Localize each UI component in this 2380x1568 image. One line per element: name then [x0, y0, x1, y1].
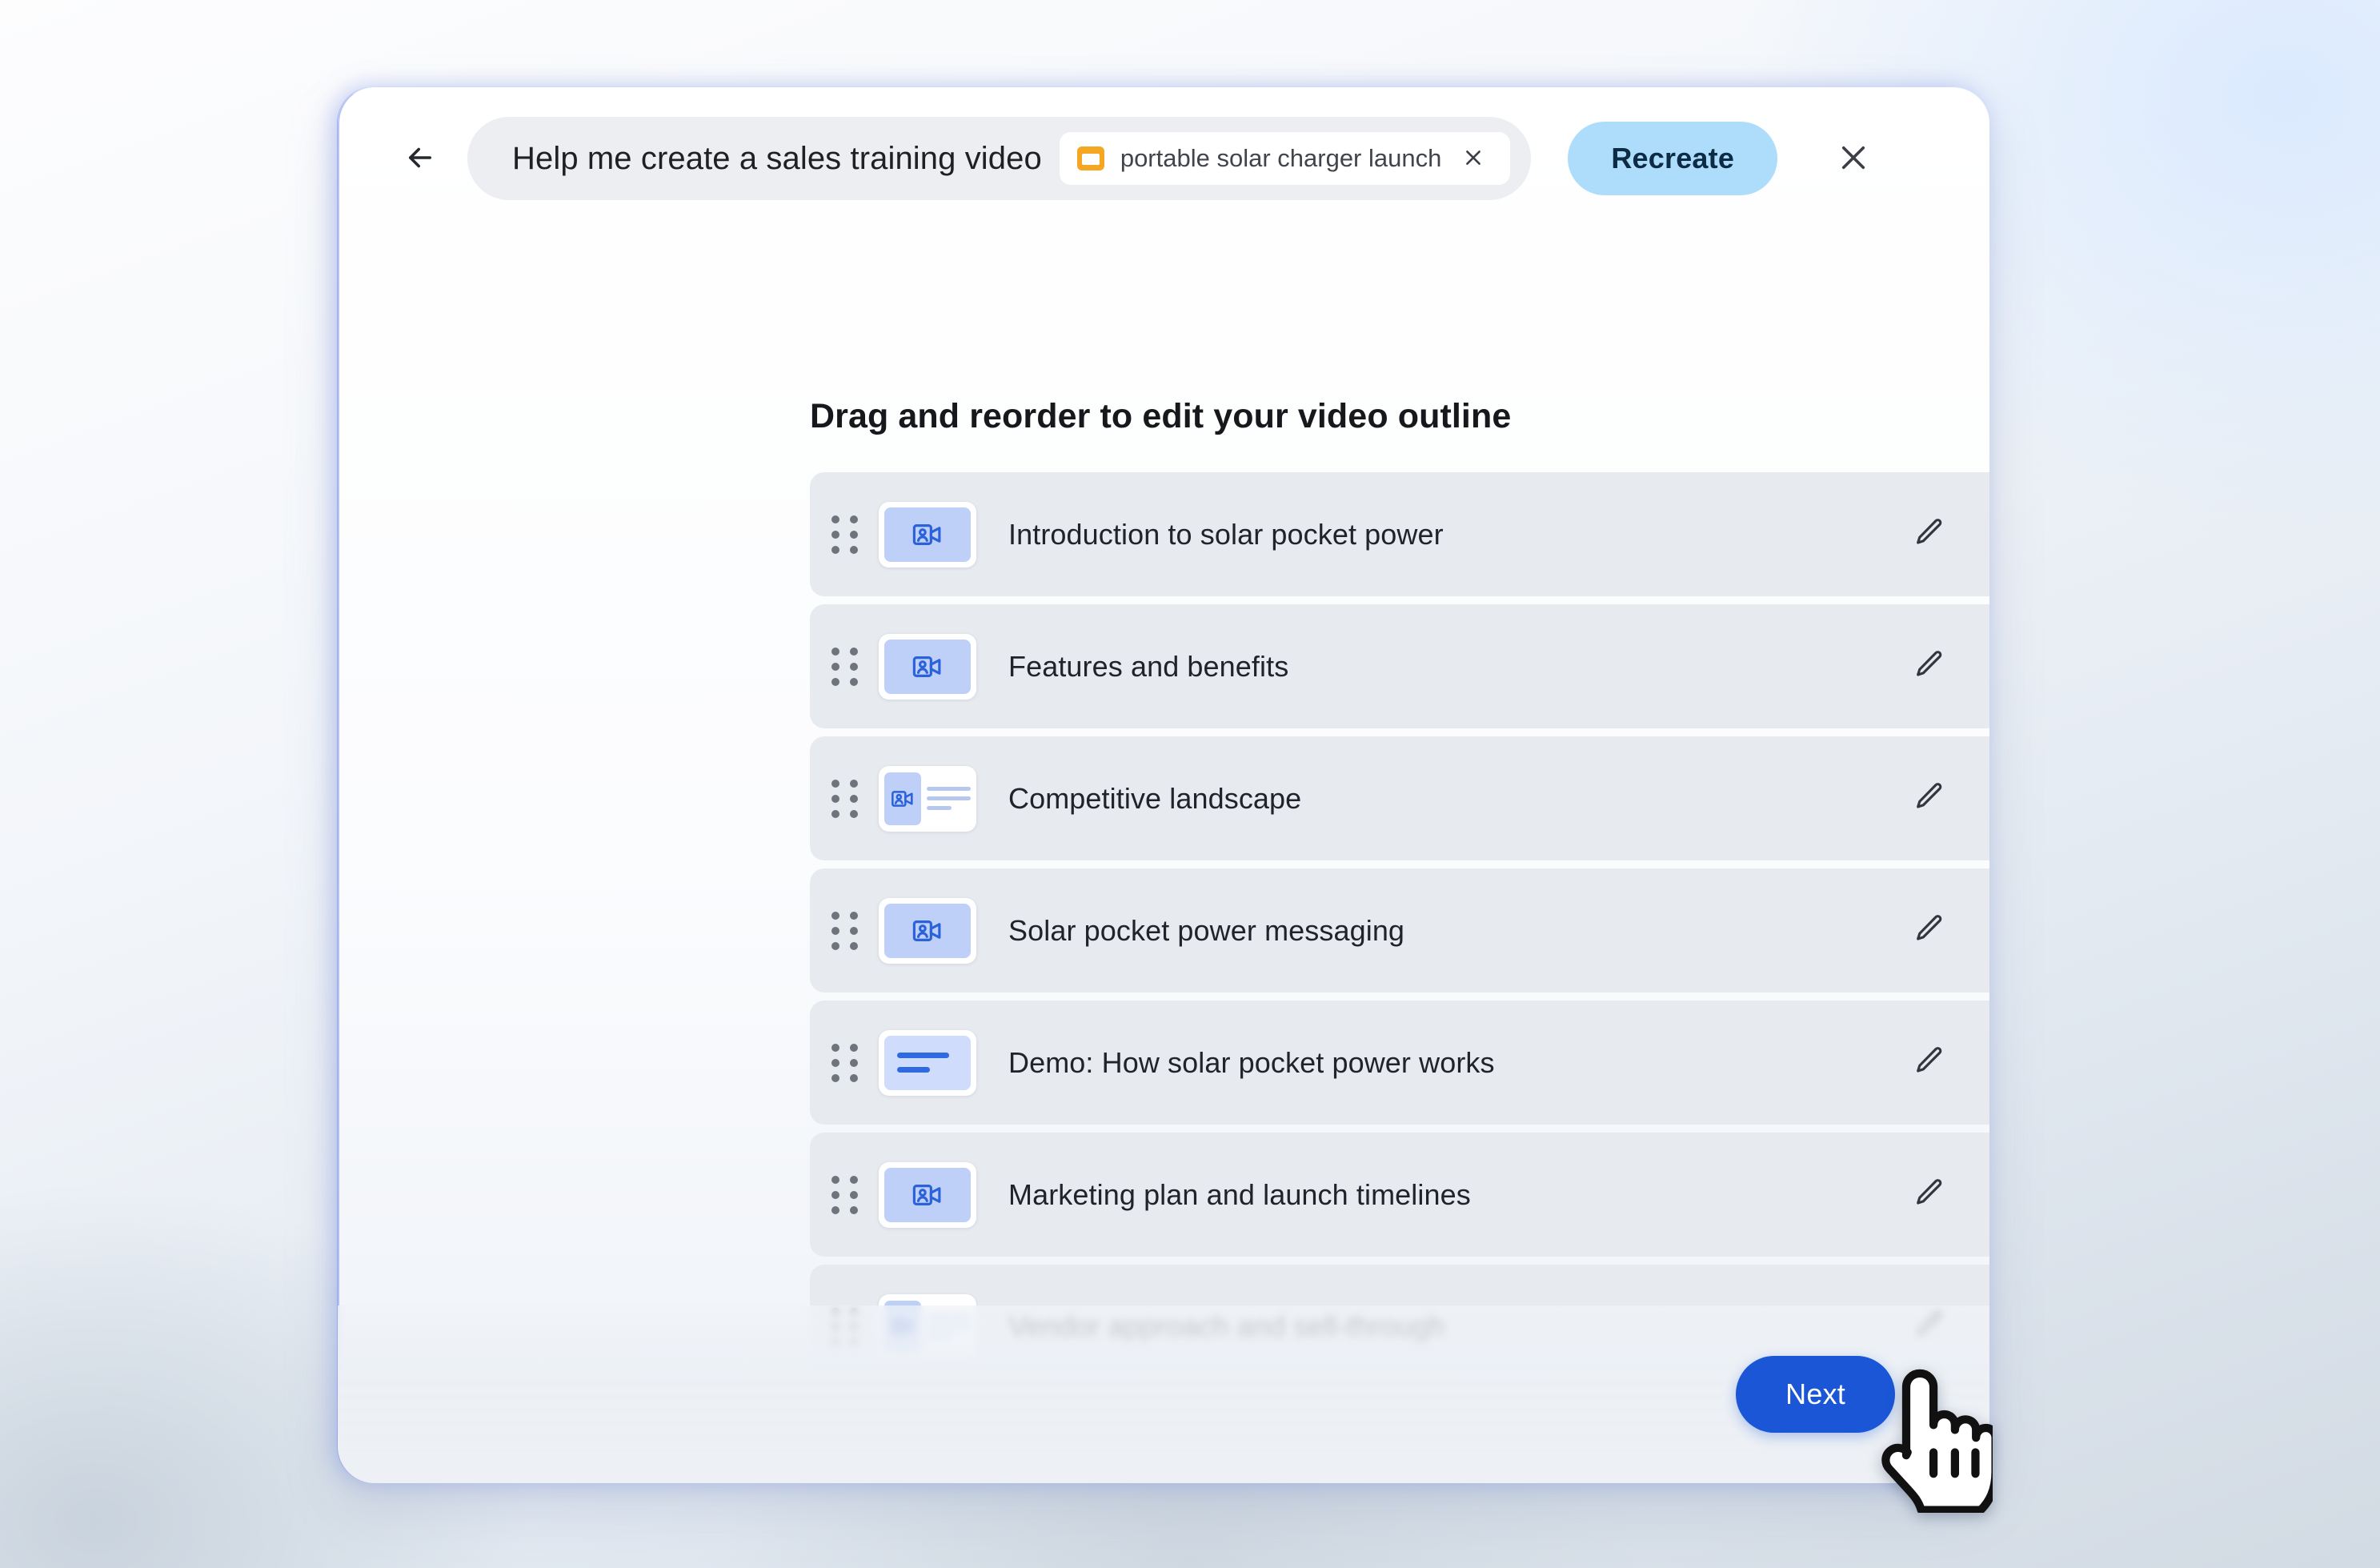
- edit-button[interactable]: [1885, 868, 1973, 993]
- video-avatar-icon: [912, 920, 941, 941]
- add-button[interactable]: [1981, 604, 1989, 728]
- table-row[interactable]: Introduction to solar pocket power: [810, 472, 1989, 596]
- close-window-button[interactable]: [1822, 127, 1885, 190]
- slide-text-lines: [884, 1035, 971, 1090]
- arrow-left-icon: [403, 141, 437, 177]
- table-row[interactable]: Marketing plan and launch timelines: [810, 1133, 1989, 1257]
- pencil-icon: [1913, 648, 1946, 685]
- row-label: Solar pocket power messaging: [1008, 913, 1405, 947]
- edit-button[interactable]: [1885, 1133, 1973, 1257]
- row-label: Features and benefits: [1008, 649, 1289, 683]
- drag-handle-icon[interactable]: [810, 1043, 879, 1082]
- row-label: Competitive landscape: [1008, 781, 1302, 815]
- pencil-icon: [1913, 780, 1946, 817]
- slide-thumbnail: [879, 765, 976, 832]
- slide-thumbnail: [879, 501, 976, 567]
- pencil-icon: [1913, 515, 1946, 553]
- slide-thumbnail: [879, 897, 976, 964]
- table-row[interactable]: Competitive landscape: [810, 736, 1989, 860]
- edit-button[interactable]: [1885, 736, 1973, 860]
- slide-thumbnail: [879, 1029, 976, 1096]
- slide-thumbnail: [879, 633, 976, 700]
- window-header: Help me create a sales training video po…: [338, 86, 1989, 231]
- recreate-button[interactable]: Recreate: [1568, 122, 1778, 195]
- add-button[interactable]: [1981, 868, 1989, 993]
- pencil-icon: [1913, 912, 1946, 949]
- context-chip[interactable]: portable solar charger launch: [1059, 132, 1511, 185]
- pencil-icon: [1913, 1044, 1946, 1081]
- page-title: Drag and reorder to edit your video outl…: [810, 397, 1512, 435]
- edit-button[interactable]: [1885, 604, 1973, 728]
- prompt-bar[interactable]: Help me create a sales training video po…: [467, 117, 1532, 200]
- edit-button[interactable]: [1885, 472, 1973, 596]
- drag-handle-icon[interactable]: [810, 779, 879, 818]
- context-chip-remove-button[interactable]: [1457, 142, 1489, 174]
- slides-file-icon: [1076, 146, 1104, 170]
- video-avatar-icon: [912, 523, 941, 545]
- table-row[interactable]: Demo: How solar pocket power works: [810, 1001, 1989, 1125]
- window-footer: Next: [338, 1305, 1989, 1483]
- add-button[interactable]: [1981, 736, 1989, 860]
- row-label: Introduction to solar pocket power: [1008, 517, 1444, 551]
- table-row[interactable]: Features and benefits: [810, 604, 1989, 728]
- close-icon: [1837, 141, 1870, 177]
- table-row[interactable]: Solar pocket power messaging: [810, 868, 1989, 993]
- drag-handle-icon[interactable]: [810, 911, 879, 950]
- outline-editor-window: Help me create a sales training video po…: [338, 86, 1989, 1483]
- pencil-icon: [1913, 1176, 1946, 1213]
- prompt-text: Help me create a sales training video: [512, 140, 1042, 176]
- slide-thumbnail: [879, 1161, 976, 1228]
- video-avatar-icon: [912, 656, 941, 677]
- context-chip-label: portable solar charger launch: [1120, 144, 1442, 172]
- drag-handle-icon[interactable]: [810, 647, 879, 686]
- video-avatar-icon: [891, 790, 913, 807]
- edit-button[interactable]: [1885, 1001, 1973, 1125]
- add-button[interactable]: [1981, 472, 1989, 596]
- slide-text-lines: [927, 787, 971, 810]
- drag-handle-icon[interactable]: [810, 1175, 879, 1214]
- next-button[interactable]: Next: [1736, 1356, 1895, 1433]
- add-button[interactable]: [1981, 1001, 1989, 1125]
- video-avatar-icon: [912, 1184, 941, 1205]
- drag-handle-icon[interactable]: [810, 515, 879, 554]
- add-button[interactable]: [1981, 1133, 1989, 1257]
- close-icon: [1463, 147, 1484, 170]
- row-label: Demo: How solar pocket power works: [1008, 1045, 1495, 1079]
- back-button[interactable]: [391, 129, 450, 188]
- row-label: Marketing plan and launch timelines: [1008, 1177, 1471, 1211]
